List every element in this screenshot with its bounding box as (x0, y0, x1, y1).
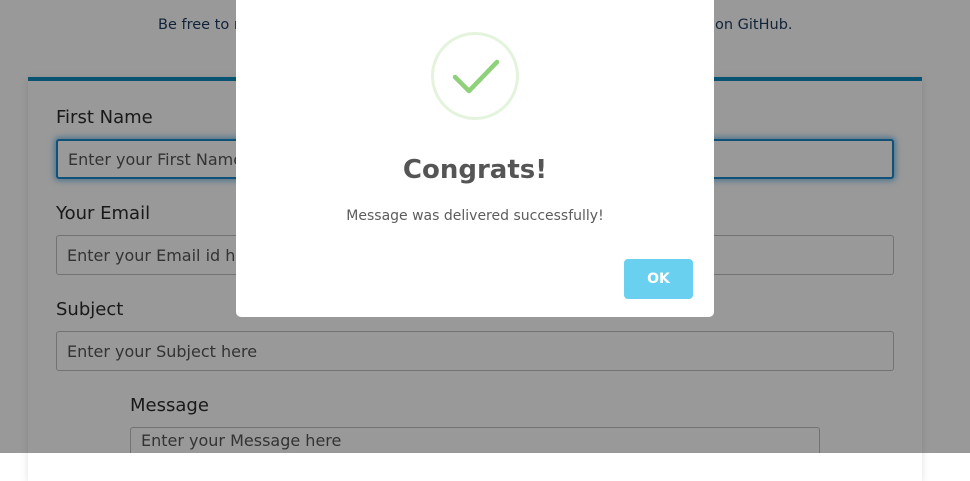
success-dialog: Congrats! Message was delivered successf… (236, 0, 714, 317)
checkmark-icon (452, 59, 500, 94)
contact-page: Be free to m on GitHub. First Name Your … (0, 0, 970, 481)
dialog-message: Message was delivered successfully! (346, 208, 604, 224)
success-icon-ring (431, 32, 519, 120)
dialog-title: Congrats! (402, 155, 548, 185)
ok-button[interactable]: OK (624, 259, 693, 299)
